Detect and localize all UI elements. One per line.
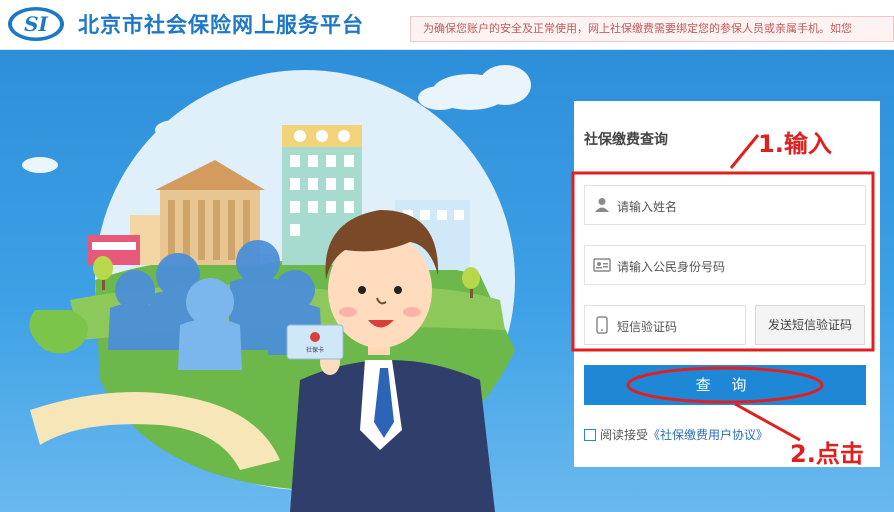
name-input[interactable]: 请输入姓名: [584, 185, 866, 225]
social-insurance-logo-icon[interactable]: SI: [6, 4, 66, 44]
hero-illustration: 社保卡: [22, 65, 531, 512]
user-icon: [595, 198, 609, 212]
payment-query-card: 社保缴费查询 请输入姓名 请输入公民身份号码 短信验证码 发送短信验证码 查 询…: [574, 101, 880, 467]
svg-text:SI: SI: [24, 12, 48, 36]
step1-annotation: 1.输入: [758, 130, 832, 158]
id-number-input[interactable]: 请输入公民身份号码: [584, 245, 866, 285]
phone-icon: [596, 316, 608, 334]
name-placeholder: 请输入姓名: [617, 200, 678, 214]
site-title: 北京市社会保险网上服务平台: [78, 13, 364, 37]
header: SI 北京市社会保险网上服务平台 为确保您账户的安全及正常使用，网上社保缴费需要…: [0, 0, 894, 50]
id-number-placeholder: 请输入公民身份号码: [617, 260, 726, 274]
query-button[interactable]: 查 询: [584, 365, 866, 405]
send-sms-code-button[interactable]: 发送短信验证码: [755, 305, 865, 345]
agreement-link[interactable]: 《社保缴费用户协议》: [648, 428, 768, 442]
security-notice: 为确保您账户的安全及正常使用，网上社保缴费需要绑定您的参保人员或亲属手机。如您: [410, 16, 894, 42]
sms-code-input[interactable]: 短信验证码: [584, 305, 746, 345]
agreement-row: 阅读接受《社保缴费用户协议》: [584, 426, 768, 443]
social-security-card-image: 社保卡: [286, 324, 344, 360]
form-title: 社保缴费查询: [584, 132, 668, 148]
svg-text:社保卡: 社保卡: [306, 346, 324, 354]
sms-code-placeholder: 短信验证码: [617, 320, 678, 334]
step2-annotation: 2.点击: [790, 440, 864, 468]
agreement-prefix: 阅读接受: [600, 428, 649, 442]
id-card-icon: [593, 258, 611, 272]
agreement-checkbox[interactable]: [584, 429, 596, 441]
